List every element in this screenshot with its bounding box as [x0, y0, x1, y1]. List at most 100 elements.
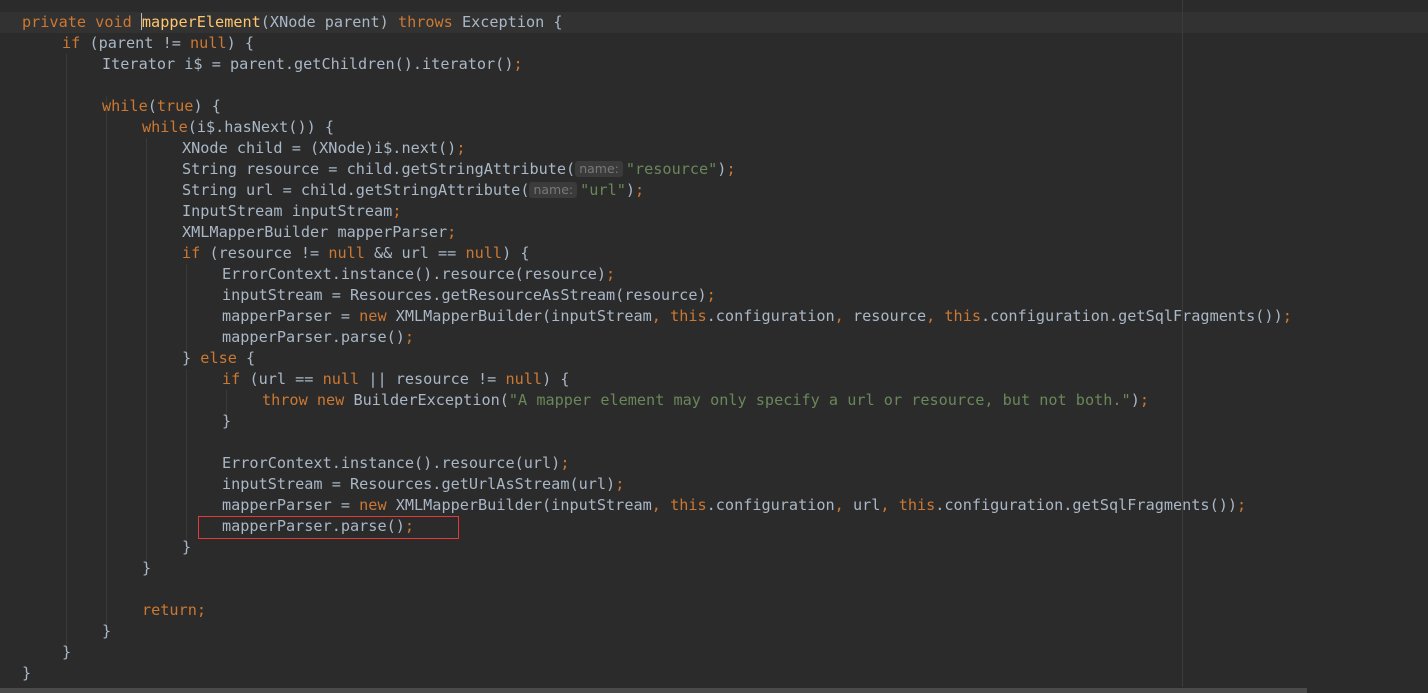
- code-token: (resource !=: [200, 244, 329, 262]
- code-token: ) {: [502, 244, 530, 262]
- code-token: inputStream = Resources.getUrlAsStream(u…: [222, 475, 616, 493]
- code-line[interactable]: }: [22, 537, 1292, 558]
- code-token: InputStream inputStream: [182, 202, 393, 220]
- code-token: if: [222, 370, 241, 388]
- code-token: null: [465, 244, 503, 262]
- code-line[interactable]: String resource = child.getStringAttribu…: [22, 159, 1292, 180]
- code-token: XMLMapperBuilder(inputStream: [386, 496, 652, 514]
- code-token: }: [182, 349, 201, 367]
- code-token: ErrorContext.instance().resource(url): [222, 454, 561, 472]
- code-token: null: [328, 244, 365, 262]
- code-token: new: [316, 391, 345, 409]
- horizontal-scrollbar-thumb[interactable]: [0, 688, 1307, 693]
- code-line[interactable]: mapperParser = new XMLMapperBuilder(inpu…: [22, 306, 1292, 327]
- code-token: ,: [880, 496, 899, 514]
- code-token: "A mapper element may only specify a url…: [508, 391, 1131, 409]
- code-token: XMLMapperBuilder mapperParser: [182, 223, 448, 241]
- code-token: url: [852, 496, 881, 514]
- code-line[interactable]: if (parent != null) {: [22, 33, 1292, 54]
- code-token: "resource": [625, 160, 718, 178]
- code-token: }: [22, 664, 32, 682]
- code-line[interactable]: [22, 579, 1292, 600]
- code-line[interactable]: return;: [22, 600, 1292, 621]
- code-token: .configuration.getSqlFragments()): [935, 496, 1238, 514]
- code-line[interactable]: if (url == null || resource != null) {: [22, 369, 1292, 390]
- code-token: {: [236, 349, 256, 367]
- code-token: || resource !=: [359, 370, 506, 388]
- code-line[interactable]: }: [22, 642, 1292, 663]
- code-token: ;: [513, 55, 523, 73]
- code-token: inputStream = Resources.getResourceAsStr…: [222, 286, 707, 304]
- code-line[interactable]: if (resource != null && url == null) {: [22, 243, 1292, 264]
- code-token: private: [22, 13, 87, 31]
- code-token: ;: [456, 139, 466, 157]
- code-token: this: [670, 307, 707, 325]
- code-token: ;: [706, 286, 716, 304]
- code-lines[interactable]: private void mapperElement(XNode parent)…: [22, 12, 1292, 684]
- code-line[interactable]: Iterator i$ = parent.getChildren().itera…: [22, 54, 1292, 75]
- code-line[interactable]: ErrorContext.instance().resource(resourc…: [22, 264, 1292, 285]
- code-token: XMLMapperBuilder(inputStream: [386, 307, 652, 325]
- code-token: (url ==: [240, 370, 323, 388]
- code-token: BuilderException(: [344, 391, 509, 409]
- code-editor[interactable]: private void mapperElement(XNode parent)…: [0, 0, 1428, 693]
- code-token: null: [322, 370, 360, 388]
- code-token: else: [200, 349, 237, 367]
- code-token: String url = child.getStringAttribute(: [182, 181, 530, 199]
- code-token: return: [142, 601, 197, 619]
- code-token: this: [670, 496, 707, 514]
- code-token: ,: [834, 496, 853, 514]
- code-line[interactable]: mapperParser = new XMLMapperBuilder(inpu…: [22, 495, 1292, 516]
- code-token: .configuration.getSqlFragments()): [980, 307, 1283, 325]
- code-token: ;: [615, 475, 625, 493]
- code-token: true: [156, 97, 194, 115]
- code-line[interactable]: XMLMapperBuilder mapperParser;: [22, 222, 1292, 243]
- code-token: ;: [1282, 307, 1292, 325]
- code-token: (: [147, 97, 157, 115]
- code-line[interactable]: inputStream = Resources.getUrlAsStream(u…: [22, 474, 1292, 495]
- code-token: mapperParser =: [222, 307, 360, 325]
- parameter-hint: name:: [575, 161, 623, 177]
- code-line[interactable]: throw new BuilderException("A mapper ele…: [22, 390, 1292, 411]
- code-line[interactable]: }: [22, 663, 1292, 684]
- code-token: this: [898, 496, 936, 514]
- code-line[interactable]: [22, 75, 1292, 96]
- code-line[interactable]: ErrorContext.instance().resource(url);: [22, 453, 1292, 474]
- code-token: while: [142, 118, 188, 136]
- code-line[interactable]: String url = child.getStringAttribute(na…: [22, 180, 1292, 201]
- code-line[interactable]: }: [22, 558, 1292, 579]
- code-line[interactable]: private void mapperElement(XNode parent)…: [22, 12, 1292, 33]
- code-token: ): [1130, 391, 1140, 409]
- code-token: mapperParser =: [222, 496, 360, 514]
- code-token: ,: [926, 307, 945, 325]
- code-line[interactable]: while(i$.hasNext()) {: [22, 117, 1292, 138]
- code-token: throws: [397, 13, 453, 31]
- parameter-hint: name:: [529, 182, 578, 198]
- code-token: new: [359, 307, 387, 325]
- code-line[interactable]: [22, 432, 1292, 453]
- highlight-box: [198, 516, 459, 539]
- code-token: ;: [1139, 391, 1149, 409]
- code-token: .configuration: [706, 496, 835, 514]
- code-line[interactable]: } else {: [22, 348, 1292, 369]
- code-token: && url ==: [364, 244, 466, 262]
- code-token: ,: [651, 496, 671, 514]
- code-line[interactable]: XNode child = (XNode)i$.next();: [22, 138, 1292, 159]
- code-token: String resource = child.getStringAttribu…: [182, 160, 576, 178]
- code-line[interactable]: }: [22, 621, 1292, 642]
- code-token: ) {: [542, 370, 570, 388]
- code-token: ;: [606, 265, 616, 283]
- code-token: }: [62, 643, 72, 661]
- code-line[interactable]: while(true) {: [22, 96, 1292, 117]
- code-line[interactable]: inputStream = Resources.getResourceAsStr…: [22, 285, 1292, 306]
- code-line[interactable]: InputStream inputStream;: [22, 201, 1292, 222]
- code-line[interactable]: mapperParser.parse();: [22, 327, 1292, 348]
- code-token: }: [142, 559, 152, 577]
- code-token: .configuration: [706, 307, 835, 325]
- code-token: (XNode parent): [260, 13, 398, 31]
- code-token: ;: [560, 454, 570, 472]
- code-line[interactable]: }: [22, 411, 1292, 432]
- code-token: Iterator i$ = parent.getChildren().itera…: [102, 55, 514, 73]
- code-token: }: [102, 622, 112, 640]
